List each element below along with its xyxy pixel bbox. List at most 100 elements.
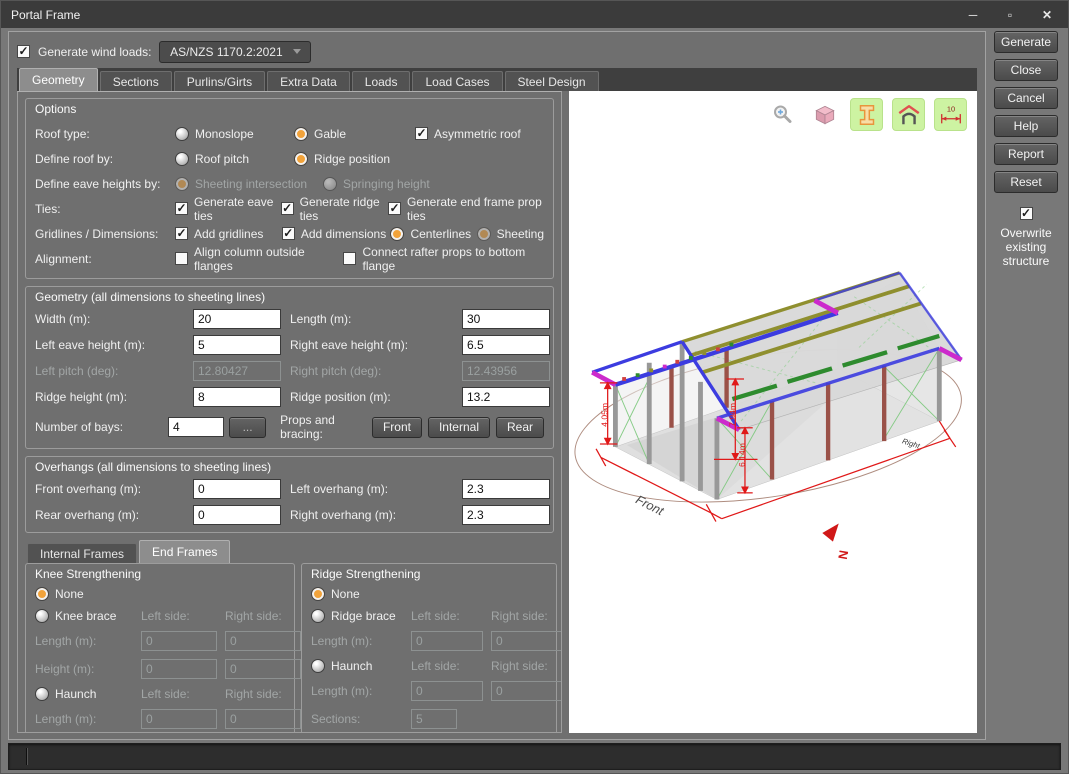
align-column-outside-flanges-checkbox[interactable] [175, 252, 188, 265]
zoom-icon[interactable] [766, 98, 799, 131]
knee-brace-label: Knee brace [55, 609, 116, 623]
generate-eave-ties-label: Generate eave ties [194, 195, 281, 223]
minimize-button[interactable]: ─ [962, 8, 984, 22]
overwrite-existing-structure-checkbox[interactable] [1020, 207, 1033, 220]
gable-radio[interactable] [294, 127, 308, 141]
ridge-strengthening-title: Ridge Strengthening [311, 567, 547, 581]
ridge-brace-right-side-label: Right side: [491, 609, 562, 623]
geometry-tab-page: Options Roof type: Monoslope Gable Asymm… [17, 91, 562, 733]
knee-brace-height-right-input [225, 659, 301, 679]
length-input[interactable] [462, 309, 550, 329]
ridge-brace-length-label: Length (m): [311, 634, 411, 648]
portal-frame-dialog: Portal Frame ─ ▫ ✕ Generate wind loads: … [0, 0, 1069, 774]
generate-eave-ties-checkbox[interactable] [175, 202, 188, 215]
ridge-position-radio[interactable] [294, 152, 308, 166]
ridge-haunch-radio[interactable] [311, 659, 325, 673]
tab-end-frames[interactable]: End Frames [139, 540, 230, 563]
props-internal-button[interactable]: Internal [428, 417, 490, 438]
left-overhang-input[interactable] [462, 479, 550, 499]
close-icon[interactable]: ✕ [1036, 8, 1058, 22]
define-roof-by-label: Define roof by: [35, 152, 175, 166]
rear-overhang-label: Rear overhang (m): [35, 508, 193, 522]
add-dimensions-label: Add dimensions [301, 227, 386, 241]
ridge-position-input[interactable] [462, 387, 550, 407]
ridge-brace-radio[interactable] [311, 609, 325, 623]
right-pitch-input [462, 361, 550, 381]
knee-none-radio[interactable] [35, 587, 49, 601]
centerlines-label: Centerlines [410, 227, 471, 241]
rear-overhang-input[interactable] [193, 505, 281, 525]
asymmetric-roof-checkbox[interactable] [415, 127, 428, 140]
close-button[interactable]: Close [994, 59, 1058, 81]
roof-pitch-radio[interactable] [175, 152, 189, 166]
cancel-button[interactable]: Cancel [994, 87, 1058, 109]
maximize-button[interactable]: ▫ [999, 8, 1021, 22]
ridge-haunch-left-side-label: Left side: [411, 659, 491, 673]
front-overhang-input[interactable] [193, 479, 281, 499]
length-label: Length (m): [290, 312, 462, 326]
ridge-strengthening-panel: Ridge Strengthening None Ridge brace Lef… [301, 563, 557, 733]
reset-button[interactable]: Reset [994, 171, 1058, 193]
north-label: N [835, 549, 850, 560]
ridge-sections-input [411, 709, 457, 729]
tab-geometry[interactable]: Geometry [19, 68, 98, 91]
ibeam-icon[interactable] [850, 98, 883, 131]
tab-extra-data[interactable]: Extra Data [267, 71, 350, 91]
tab-sections[interactable]: Sections [100, 71, 172, 91]
generate-button[interactable]: Generate [994, 31, 1058, 53]
cube-icon[interactable] [808, 98, 841, 131]
add-gridlines-label: Add gridlines [194, 227, 263, 241]
left-eave-height-label: Left eave height (m): [35, 338, 193, 352]
ridge-none-radio[interactable] [311, 587, 325, 601]
width-input[interactable] [193, 309, 281, 329]
ridge-brace-length-left-input [411, 631, 483, 651]
title-bar[interactable]: Portal Frame ─ ▫ ✕ [1, 1, 1068, 28]
knee-strengthening-title: Knee Strengthening [35, 567, 285, 581]
dimension-icon[interactable]: 10 [934, 98, 967, 131]
knee-haunch-length-left-input [141, 709, 217, 729]
portal-icon[interactable] [892, 98, 925, 131]
knee-haunch-radio[interactable] [35, 687, 49, 701]
knee-brace-radio[interactable] [35, 609, 49, 623]
model-viewport[interactable]: 4.05m 7.94m 6.14m Front Right N [569, 91, 977, 733]
report-button[interactable]: Report [994, 143, 1058, 165]
window-title: Portal Frame [11, 8, 80, 22]
tab-loads[interactable]: Loads [352, 71, 411, 91]
overhangs-group-title: Overhangs (all dimensions to sheeting li… [35, 460, 544, 474]
left-eave-height-input[interactable] [193, 335, 281, 355]
knee-strengthening-panel: Knee Strengthening None Knee brace Left … [25, 563, 295, 733]
tab-purlins-girts[interactable]: Purlins/Girts [174, 71, 265, 91]
bays-ellipsis-button[interactable]: ... [229, 417, 266, 438]
right-eave-height-input[interactable] [462, 335, 550, 355]
tab-load-cases[interactable]: Load Cases [412, 71, 502, 91]
wind-standard-dropdown[interactable]: AS/NZS 1170.2:2021 [159, 41, 311, 63]
props-rear-button[interactable]: Rear [496, 417, 544, 438]
ridge-position-label: Ridge position (m): [290, 390, 462, 404]
props-front-button[interactable]: Front [372, 417, 422, 438]
number-of-bays-input[interactable] [168, 417, 224, 437]
generate-end-frame-prop-ties-label: Generate end frame prop ties [407, 195, 544, 223]
centerlines-radio[interactable] [390, 227, 404, 241]
align-column-outside-flanges-label: Align column outside flanges [194, 245, 343, 273]
add-gridlines-checkbox[interactable] [175, 227, 188, 240]
knee-brace-height-left-input [141, 659, 217, 679]
monoslope-radio[interactable] [175, 127, 189, 141]
connect-rafter-props-checkbox[interactable] [343, 252, 356, 265]
roof-pitch-label: Roof pitch [195, 152, 249, 166]
help-button[interactable]: Help [994, 115, 1058, 137]
knee-haunch-left-side-label: Left side: [141, 687, 225, 701]
add-dimensions-checkbox[interactable] [282, 227, 295, 240]
generate-wind-loads-checkbox[interactable] [17, 45, 30, 58]
status-bar[interactable] [8, 743, 1061, 770]
right-overhang-input[interactable] [462, 505, 550, 525]
tab-steel-design[interactable]: Steel Design [505, 71, 599, 91]
ridge-height-input[interactable] [193, 387, 281, 407]
sheeting-radio[interactable] [477, 227, 491, 241]
left-pitch-label: Left pitch (deg): [35, 364, 193, 378]
generate-end-frame-prop-ties-checkbox[interactable] [388, 202, 401, 215]
generate-ridge-ties-checkbox[interactable] [281, 202, 294, 215]
gridlines-dimensions-label: Gridlines / Dimensions: [35, 227, 175, 241]
roof-type-label: Roof type: [35, 127, 175, 141]
tab-internal-frames[interactable]: Internal Frames [27, 543, 137, 563]
overhangs-group: Overhangs (all dimensions to sheeting li… [25, 456, 554, 533]
